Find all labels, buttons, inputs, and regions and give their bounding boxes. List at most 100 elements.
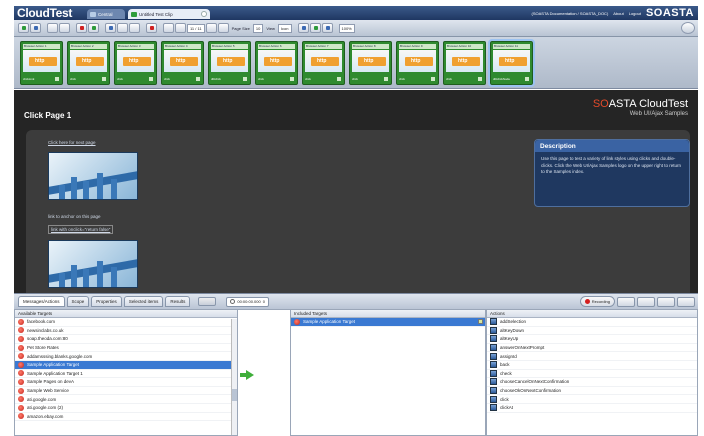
- open-button[interactable]: [30, 23, 41, 33]
- action-label: back: [500, 362, 510, 368]
- list-item[interactable]: soap.theoda.com:80: [15, 335, 237, 344]
- list-item[interactable]: amazon.ebay.com: [15, 413, 237, 422]
- frame-menu-icon[interactable]: [196, 76, 200, 81]
- soasta-cloudtest-logo[interactable]: SOASTA CloudTest Web UI/Ajax Samples: [593, 98, 688, 117]
- list-item[interactable]: check: [487, 369, 697, 379]
- export-button[interactable]: [321, 23, 333, 33]
- frame-menu-icon[interactable]: [431, 76, 435, 81]
- filmstrip-frame[interactable]: Browser Action 8 click: [349, 40, 392, 85]
- print-button[interactable]: [59, 23, 70, 33]
- action-label: chooseCancelOnNextConfirmation: [500, 379, 570, 385]
- logout-link[interactable]: Logout: [629, 11, 641, 16]
- tab-scope[interactable]: Scope: [66, 296, 90, 307]
- list-item[interactable]: Sample Application Target: [15, 360, 237, 370]
- frame-menu-icon[interactable]: [55, 76, 59, 81]
- list-item[interactable]: back: [487, 361, 697, 370]
- list-item[interactable]: Sample Web Service: [15, 387, 237, 396]
- next-step-button[interactable]: [205, 23, 217, 33]
- play-button[interactable]: [88, 23, 99, 33]
- list-item[interactable]: answerOnNextPrompt: [487, 344, 697, 353]
- list-item[interactable]: click: [487, 395, 697, 404]
- refresh-button[interactable]: [297, 23, 309, 33]
- cut-button[interactable]: [105, 23, 116, 33]
- frame-caption: click: [117, 76, 123, 81]
- record-button[interactable]: [76, 23, 87, 33]
- action-filmstrip: Browser Action 1clickLinkBrowser Action …: [14, 37, 698, 89]
- target-icon: [18, 396, 24, 403]
- maximize-panel-button[interactable]: [677, 296, 695, 307]
- delete-button[interactable]: [146, 23, 157, 33]
- onclick-link[interactable]: link with onclick="return false": [48, 225, 114, 234]
- filmstrip-frame[interactable]: Browser Action 5 dblclick: [208, 40, 251, 85]
- filmstrip-frame[interactable]: Browser Action 3 click: [114, 40, 157, 85]
- list-item[interactable]: ati.google.com: [15, 395, 237, 404]
- next-page-link[interactable]: Click here for next page: [48, 140, 96, 145]
- list-item[interactable]: facebook.com: [15, 318, 237, 327]
- list-item[interactable]: chooseCancelOnNextConfirmation: [487, 378, 697, 387]
- frame-menu-icon[interactable]: [478, 76, 482, 81]
- filmstrip-frame[interactable]: Browser Action 10 click: [443, 40, 486, 85]
- filmstrip-frame[interactable]: Browser Action 7 click: [302, 40, 345, 85]
- zoom-select[interactable]: 100%: [338, 23, 355, 33]
- list-item[interactable]: assignId: [487, 352, 697, 361]
- frame-menu-icon[interactable]: [243, 76, 247, 81]
- available-targets-panel: Available Targets facebook.com newsinclab…: [14, 309, 238, 436]
- list-item[interactable]: Pet Store Rates: [15, 344, 237, 353]
- recording-button[interactable]: Recording: [579, 296, 615, 307]
- save-button[interactable]: [18, 23, 29, 33]
- list-item[interactable]: newsinclabs.co.uk: [15, 327, 237, 336]
- about-link[interactable]: About: [613, 11, 623, 16]
- edit-button[interactable]: [309, 23, 321, 33]
- filmstrip-frame[interactable]: Browser Action 6 click: [255, 40, 298, 85]
- tab-central[interactable]: Central: [87, 9, 125, 19]
- anchor-link[interactable]: link to anchor on this page: [48, 214, 101, 219]
- target-icon: [294, 318, 300, 325]
- filmstrip-frame[interactable]: Browser Action 11 dblclickNode: [488, 38, 535, 87]
- frame-menu-icon[interactable]: [290, 76, 294, 81]
- list-item[interactable]: ati.google.com (2): [15, 404, 237, 413]
- tab-selected-items[interactable]: Selected items: [123, 296, 164, 307]
- filter-button[interactable]: [198, 297, 217, 306]
- previous-step-button[interactable]: [175, 23, 186, 33]
- copy-button[interactable]: [117, 23, 128, 33]
- help-button[interactable]: [681, 22, 695, 34]
- filmstrip-frame[interactable]: Browser Action 4 click: [161, 40, 204, 85]
- tab-test-clip[interactable]: Untitled Test Clip: [128, 9, 210, 19]
- filmstrip-frame[interactable]: Browser Action 1 clickLink: [20, 40, 63, 85]
- minimize-panel-button[interactable]: [657, 296, 675, 307]
- tab-messages-actions[interactable]: Messages/Actions: [18, 296, 65, 307]
- available-targets-scrollbar[interactable]: [231, 319, 237, 435]
- close-tab-icon[interactable]: [201, 11, 207, 17]
- filmstrip-frame[interactable]: Browser Action 2 click: [67, 40, 110, 85]
- frame-menu-icon[interactable]: [384, 76, 388, 81]
- documentation-link[interactable]: (SOASTA Documentation / SOASTA_DOC): [532, 11, 609, 16]
- list-item[interactable]: altKeyDown: [487, 326, 697, 336]
- list-item[interactable]: Sample Application Target 1: [15, 370, 237, 379]
- chart-image-2[interactable]: [48, 240, 138, 288]
- record-options-button[interactable]: [637, 296, 655, 307]
- list-item[interactable]: clickAt: [487, 404, 697, 413]
- frame-menu-icon[interactable]: [102, 76, 106, 81]
- paste-button[interactable]: [129, 23, 140, 33]
- record-settings-button[interactable]: [617, 296, 635, 307]
- properties-button[interactable]: [47, 23, 58, 33]
- view-select[interactable]: Icon: [277, 23, 292, 33]
- page-size-select[interactable]: 10: [252, 23, 264, 33]
- list-item[interactable]: chooseOkOnNextConfirmation: [487, 387, 697, 396]
- frame-menu-icon[interactable]: [149, 76, 153, 81]
- filmstrip-frame[interactable]: Browser Action 9 click: [396, 40, 439, 85]
- target-edit-icon[interactable]: [478, 319, 483, 325]
- list-item[interactable]: altKeyUp: [487, 335, 697, 344]
- tab-results[interactable]: Results: [165, 296, 191, 307]
- add-target-arrow-icon[interactable]: [240, 370, 254, 380]
- first-step-button[interactable]: [163, 23, 174, 33]
- list-item[interactable]: addSelection: [487, 318, 697, 327]
- list-item[interactable]: addamsssing.blanks.google.com: [15, 352, 237, 361]
- frame-menu-icon[interactable]: [525, 76, 529, 81]
- list-item[interactable]: Sample Application Target: [291, 318, 485, 327]
- last-step-button[interactable]: [217, 23, 229, 33]
- list-item[interactable]: Sample Pages on devA: [15, 378, 237, 387]
- frame-menu-icon[interactable]: [337, 76, 341, 81]
- chart-image[interactable]: [48, 152, 138, 200]
- tab-properties[interactable]: Properties: [91, 296, 122, 307]
